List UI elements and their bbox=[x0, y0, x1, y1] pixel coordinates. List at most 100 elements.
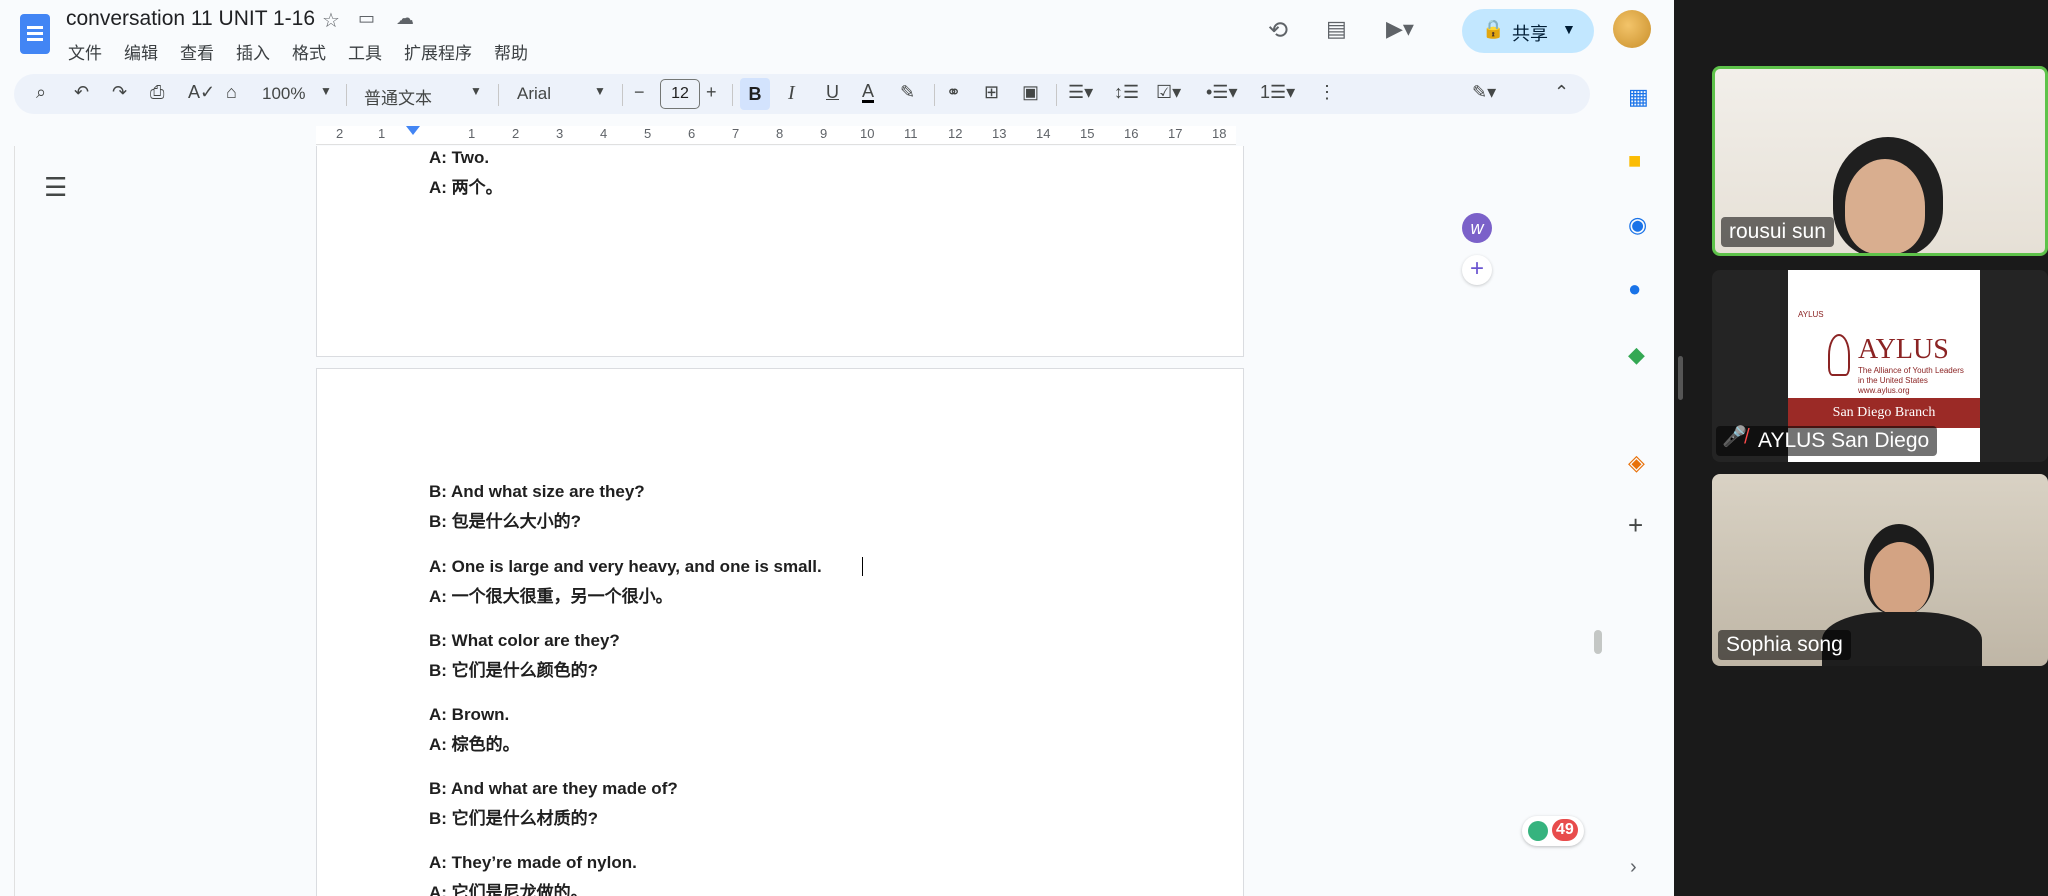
align-icon[interactable]: ☰▾ bbox=[1068, 82, 1093, 103]
extension-badge[interactable]: 49 bbox=[1522, 816, 1584, 846]
collapse-menus-icon[interactable]: ⌃ bbox=[1554, 82, 1569, 103]
line-spacing-icon[interactable]: ↕☰ bbox=[1114, 82, 1139, 103]
bold-button[interactable]: B bbox=[740, 78, 770, 110]
text-line[interactable]: A: One is large and very heavy, and one … bbox=[429, 557, 822, 577]
checklist-icon[interactable]: ☑▾ bbox=[1156, 82, 1181, 103]
version-history-icon[interactable]: ⟲ bbox=[1268, 16, 1288, 45]
menu-view[interactable]: 查看 bbox=[180, 39, 214, 64]
text-line[interactable]: A: Brown. bbox=[429, 705, 509, 725]
resize-handle[interactable] bbox=[1678, 356, 1683, 400]
text-line[interactable]: A: 它们是尼龙做的。 bbox=[429, 878, 588, 896]
text-line[interactable]: A: They’re made of nylon. bbox=[429, 853, 637, 873]
spellcheck-icon[interactable]: A✓ bbox=[188, 82, 215, 103]
writing-assistant-icon[interactable]: w bbox=[1462, 213, 1492, 243]
participant-tile-sophia-song[interactable]: Sophia song bbox=[1712, 474, 2048, 666]
bulleted-list-icon[interactable]: •☰▾ bbox=[1206, 82, 1237, 103]
menu-tools[interactable]: 工具 bbox=[348, 39, 382, 64]
avatar[interactable] bbox=[1613, 10, 1651, 48]
calendar-icon[interactable]: ▦ bbox=[1628, 84, 1649, 110]
chevron-down-icon[interactable]: ▼ bbox=[1562, 21, 1576, 37]
text-line[interactable]: A: 一个很大很重，另一个很小。 bbox=[429, 582, 673, 607]
add-content-icon[interactable]: + bbox=[1462, 255, 1492, 285]
chevron-down-icon[interactable]: ▼ bbox=[594, 84, 606, 98]
ruler-tick: 15 bbox=[1080, 126, 1095, 141]
document-title[interactable]: conversation 11 UNIT 1-16 bbox=[66, 7, 315, 31]
more-options-icon[interactable]: ⋮ bbox=[1318, 82, 1336, 103]
ruler-tick: 13 bbox=[992, 126, 1007, 141]
menu-format[interactable]: 格式 bbox=[292, 39, 326, 64]
text-line[interactable]: A: 两个。 bbox=[429, 173, 503, 198]
zoom-select[interactable]: 100% bbox=[262, 84, 305, 104]
menu-extensions[interactable]: 扩展程序 bbox=[404, 39, 472, 64]
paint-format-icon[interactable]: ⌂ bbox=[226, 82, 237, 103]
editing-mode-icon[interactable]: ✎▾ bbox=[1472, 82, 1496, 103]
italic-button[interactable]: I bbox=[788, 82, 795, 105]
ruler-tick: 7 bbox=[732, 126, 740, 141]
highlight-color-icon[interactable]: ✎ bbox=[900, 82, 915, 103]
aylus-branch-banner: San Diego Branch bbox=[1788, 398, 1980, 428]
text-line[interactable]: A: 棕色的。 bbox=[429, 730, 520, 755]
move-folder-icon[interactable]: ▭ bbox=[358, 8, 375, 29]
paragraph-style-select[interactable]: 普通文本 bbox=[364, 84, 432, 109]
chevron-down-icon[interactable]: ▼ bbox=[470, 84, 482, 98]
ruler-tick: 10 bbox=[860, 126, 875, 141]
meet-video-icon[interactable]: ▶▾ bbox=[1386, 16, 1414, 42]
decrease-font-size-icon[interactable]: − bbox=[634, 82, 645, 103]
addon-icon[interactable]: ◈ bbox=[1628, 450, 1645, 476]
redo-icon[interactable]: ↷ bbox=[112, 82, 127, 103]
numbered-list-icon[interactable]: 1☰▾ bbox=[1260, 82, 1295, 103]
star-icon[interactable]: ☆ bbox=[322, 8, 340, 33]
docs-logo-icon[interactable] bbox=[20, 14, 50, 54]
ruler-tick: 14 bbox=[1036, 126, 1051, 141]
participant-tile-aylus-san-diego[interactable]: AYLUS AYLUS The Alliance of Youth Leader… bbox=[1712, 270, 2048, 462]
text-cursor bbox=[862, 557, 863, 576]
menu-file[interactable]: 文件 bbox=[68, 39, 102, 64]
participant-face bbox=[1845, 159, 1925, 253]
ruler-tick: 2 bbox=[512, 126, 520, 141]
insert-link-icon[interactable]: ⚭ bbox=[946, 82, 961, 103]
font-family-select[interactable]: Arial bbox=[517, 84, 551, 104]
participant-name: AYLUS San Diego bbox=[1716, 426, 1938, 456]
scrollbar-thumb[interactable] bbox=[1594, 630, 1602, 654]
aylus-flame-icon bbox=[1828, 334, 1850, 376]
print-icon[interactable]: ⎙ bbox=[150, 82, 164, 103]
page[interactable]: B: And what size are they? B: 包是什么大小的? A… bbox=[316, 368, 1244, 896]
ruler-tick: 3 bbox=[556, 126, 564, 141]
tasks-icon[interactable]: ◉ bbox=[1628, 212, 1647, 238]
document-outline-icon[interactable]: ☰ bbox=[44, 172, 67, 203]
participant-tile-rousui-sun[interactable]: rousui sun bbox=[1712, 66, 2048, 256]
indent-marker-icon[interactable] bbox=[406, 126, 420, 135]
font-size-input[interactable]: 12 bbox=[660, 79, 700, 109]
maps-icon[interactable]: ◆ bbox=[1628, 342, 1645, 368]
participant-name: rousui sun bbox=[1721, 217, 1834, 247]
underline-button[interactable]: U bbox=[826, 82, 839, 103]
search-menus-icon[interactable]: ⌕ bbox=[36, 82, 46, 103]
ruler-tick: 16 bbox=[1124, 126, 1139, 141]
comments-icon[interactable]: ▤ bbox=[1326, 16, 1347, 42]
muted-mic-icon: 🎤̸ bbox=[1722, 426, 1747, 448]
add-comment-icon[interactable]: ⊞ bbox=[984, 82, 999, 103]
text-line[interactable]: B: 它们是什么材质的? bbox=[429, 804, 598, 829]
page[interactable]: A: Two. A: 两个。 bbox=[316, 146, 1244, 357]
menu-insert[interactable]: 插入 bbox=[236, 39, 270, 64]
text-line[interactable]: A: Two. bbox=[429, 148, 489, 168]
get-addons-icon[interactable]: + bbox=[1628, 510, 1643, 541]
cloud-status-icon[interactable]: ☁ bbox=[396, 8, 414, 29]
ruler-tick: 1 bbox=[468, 126, 476, 141]
text-line[interactable]: B: And what are they made of? bbox=[429, 779, 678, 799]
insert-image-icon[interactable]: ▣ bbox=[1022, 82, 1039, 103]
chevron-down-icon[interactable]: ▼ bbox=[320, 84, 332, 98]
text-line[interactable]: B: And what size are they? bbox=[429, 482, 645, 502]
text-line[interactable]: B: 包是什么大小的? bbox=[429, 507, 581, 532]
menu-edit[interactable]: 编辑 bbox=[124, 39, 158, 64]
contacts-icon[interactable]: ● bbox=[1628, 276, 1641, 302]
text-line[interactable]: B: What color are they? bbox=[429, 631, 620, 651]
text-line[interactable]: B: 它们是什么颜色的? bbox=[429, 656, 598, 681]
show-side-panel-icon[interactable]: › bbox=[1630, 856, 1637, 879]
menu-help[interactable]: 帮助 bbox=[494, 39, 528, 64]
share-button[interactable]: 🔒 共享 ▼ bbox=[1462, 9, 1594, 53]
undo-icon[interactable]: ↶ bbox=[74, 82, 89, 103]
increase-font-size-icon[interactable]: + bbox=[706, 82, 717, 103]
text-color-button[interactable]: A bbox=[862, 82, 875, 103]
keep-icon[interactable]: ■ bbox=[1628, 148, 1641, 174]
